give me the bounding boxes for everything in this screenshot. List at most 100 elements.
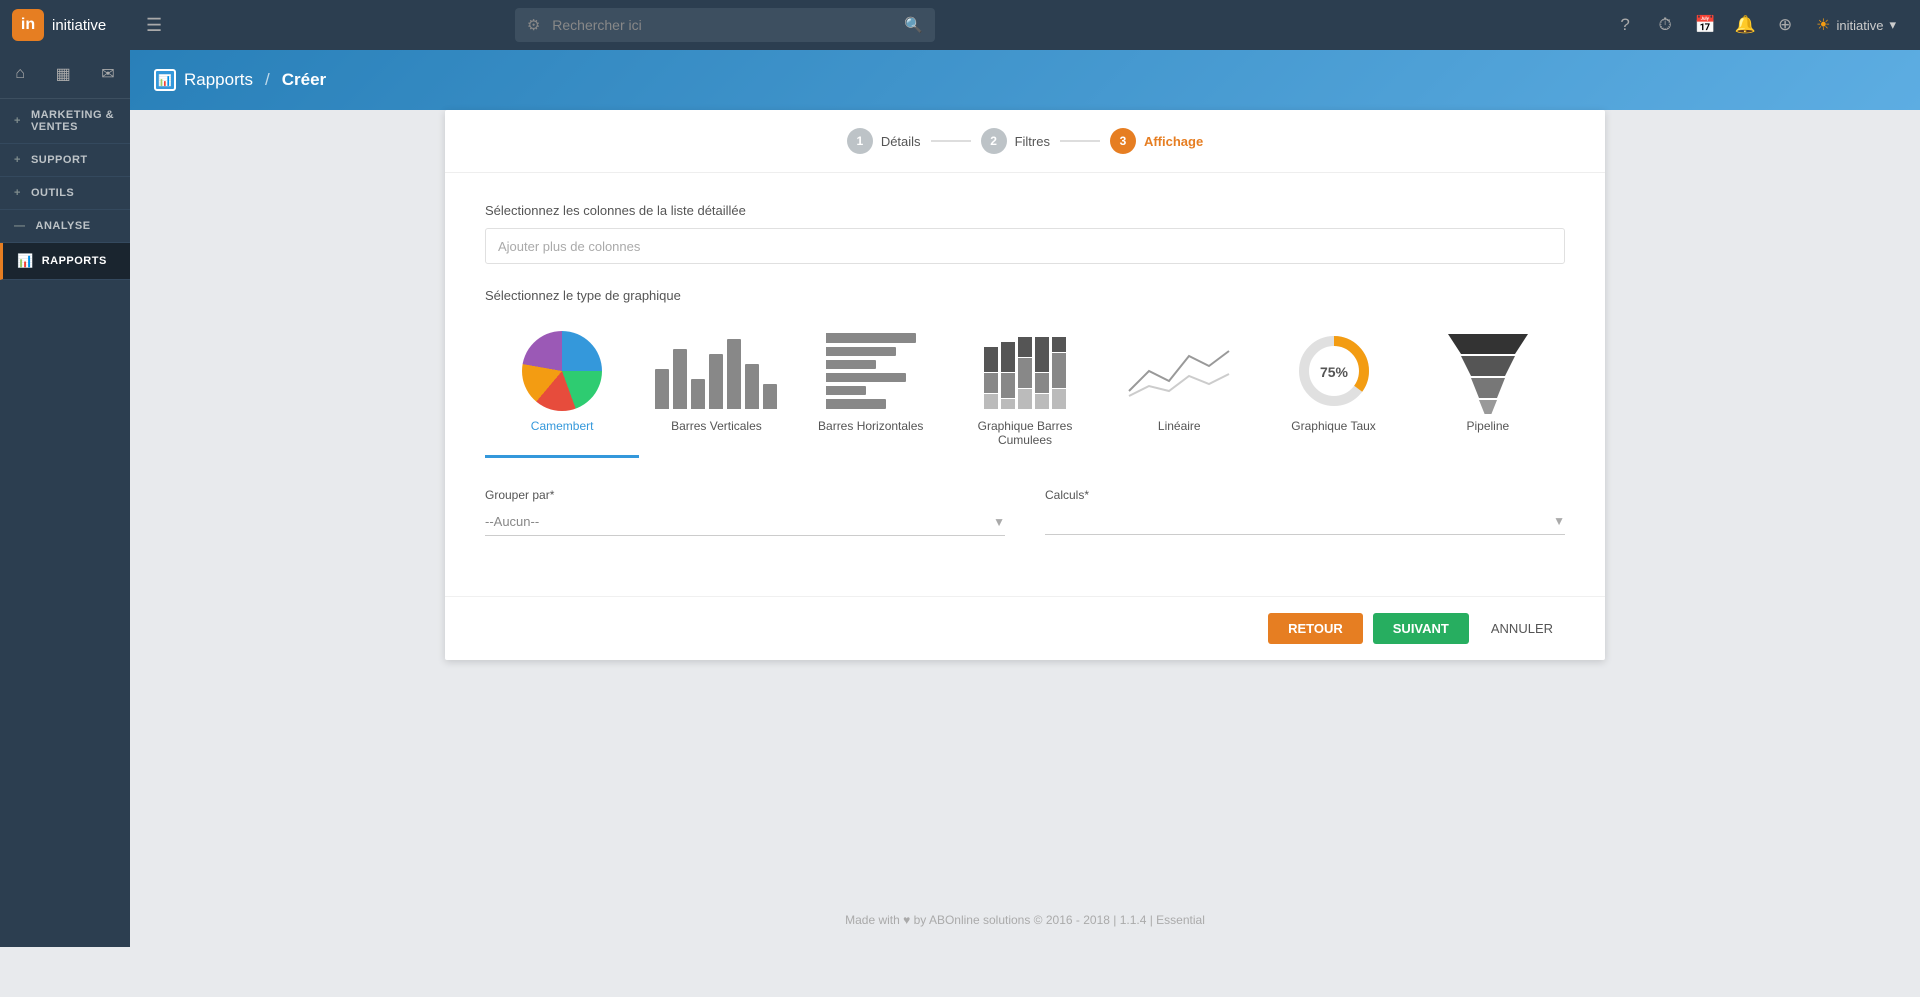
sidebar-item-support[interactable]: + SUPPORT (0, 144, 130, 177)
line-chart-visual (1124, 336, 1234, 406)
main-content: 📊 Rapports / Créer 1 Détails 2 Fi (130, 50, 1920, 947)
calculs-field: Calculs* ▼ (1045, 488, 1565, 536)
barres-v-preview (656, 331, 776, 411)
chart-type-pipeline[interactable]: Pipeline (1411, 319, 1565, 458)
step-connector-1 (931, 140, 971, 142)
sidebar-item-label: Rapports (42, 255, 107, 267)
svg-text:75%: 75% (1320, 364, 1349, 380)
step-bar: 1 Détails 2 Filtres 3 Affichage (445, 110, 1605, 173)
home-icon[interactable]: ⌂ (11, 61, 29, 87)
plus-icon: + (14, 154, 21, 166)
chart-type-barres-horizontales[interactable]: Barres Horizontales (794, 319, 948, 458)
lineaire-label: Linéaire (1158, 419, 1201, 433)
funnel-visual (1443, 329, 1533, 414)
stacked-visual (984, 334, 1066, 409)
chart-type-lineaire[interactable]: Linéaire (1102, 319, 1256, 458)
form-actions: RETOUR SUIVANT ANNULER (445, 596, 1605, 660)
barres-c-preview (965, 331, 1085, 411)
chart-type-label: Sélectionnez le type de graphique (485, 288, 1565, 303)
chart-types: Camembert (485, 319, 1565, 458)
barres-v-label: Barres Verticales (671, 419, 762, 433)
add-button[interactable]: ⊕ (1768, 8, 1802, 42)
lineaire-preview (1119, 331, 1239, 411)
page-header-icon: 📊 (154, 69, 176, 91)
barres-h-label: Barres Horizontales (818, 419, 923, 433)
filter-icon[interactable]: ⚙ (527, 16, 540, 34)
columns-placeholder: Ajouter plus de colonnes (498, 239, 640, 254)
chevron-down-icon: ▾ (1889, 17, 1896, 33)
pie-chart-visual (522, 331, 602, 411)
content-area: 1 Détails 2 Filtres 3 Affichage (130, 110, 1920, 947)
chart-type-camembert[interactable]: Camembert (485, 319, 639, 458)
footer-text: Made with ♥ by ABOnline solutions © 2016… (845, 913, 1205, 927)
grouper-arrow-icon: ▼ (993, 515, 1005, 529)
columns-input[interactable]: Ajouter plus de colonnes (485, 228, 1565, 264)
sidebar-section: + MARKETING & VENTES + SUPPORT + OUTILS … (0, 99, 130, 280)
grouper-select[interactable]: --Aucun-- ▼ (485, 508, 1005, 536)
calculs-select[interactable]: ▼ (1045, 508, 1565, 535)
calendar-button[interactable]: 📅 (1688, 8, 1722, 42)
form-body: Sélectionnez les colonnes de la liste dé… (445, 173, 1605, 596)
grouper-field: Grouper par* --Aucun-- ▼ (485, 488, 1005, 536)
bar-h-visual (826, 334, 916, 409)
barres-c-label: Graphique Barres Cumulees (956, 419, 1094, 447)
step-affichage: 3 Affichage (1110, 128, 1203, 154)
step-filtres: 2 Filtres (981, 128, 1050, 154)
sidebar-item-outils[interactable]: + OUTILS (0, 177, 130, 210)
mail-icon[interactable]: ✉ (97, 60, 118, 88)
report-icon: 📊 (17, 253, 34, 269)
step-label-3: Affichage (1144, 134, 1203, 149)
sidebar-top-icons: ⌂ ▦ ✉ (0, 50, 130, 99)
calendar-icon[interactable]: ▦ (52, 60, 75, 88)
search-input[interactable] (544, 17, 904, 33)
menu-button[interactable]: ☰ (130, 0, 178, 50)
search-icon[interactable]: 🔍 (904, 16, 923, 34)
step-details: 1 Détails (847, 128, 921, 154)
sidebar-item-label: OUTILS (31, 187, 74, 199)
next-button[interactable]: SUIVANT (1373, 613, 1469, 644)
cancel-button[interactable]: ANNULER (1479, 613, 1565, 644)
minus-icon: — (14, 220, 26, 232)
footer: Made with ♥ by ABOnline solutions © 2016… (130, 893, 1920, 947)
user-menu[interactable]: ☀ initiative ▾ (1808, 11, 1904, 39)
taux-label: Graphique Taux (1291, 419, 1376, 433)
step-connector-2 (1060, 140, 1100, 142)
sidebar: ⌂ ▦ ✉ + MARKETING & VENTES + SUPPORT + O… (0, 50, 130, 947)
pipeline-label: Pipeline (1466, 419, 1509, 433)
barres-h-preview (811, 331, 931, 411)
chart-type-graphique-taux[interactable]: 75% Graphique Taux (1256, 319, 1410, 458)
camembert-label: Camembert (531, 419, 594, 433)
columns-section-label: Sélectionnez les colonnes de la liste dé… (485, 203, 1565, 218)
chart-type-barres-cumulees[interactable]: Graphique Barres Cumulees (948, 319, 1102, 458)
calculs-label: Calculs* (1045, 488, 1565, 502)
step-circle-3: 3 (1110, 128, 1136, 154)
username: initiative (1837, 18, 1884, 33)
logo-icon: in (12, 9, 44, 41)
notifications-button[interactable]: 🔔 (1728, 8, 1762, 42)
back-button[interactable]: RETOUR (1268, 613, 1363, 644)
page-header: 📊 Rapports / Créer (130, 50, 1920, 110)
help-button[interactable]: ? (1608, 8, 1642, 42)
camembert-preview (502, 331, 622, 411)
sidebar-item-marketing[interactable]: + MARKETING & VENTES (0, 99, 130, 144)
chart-type-barres-verticales[interactable]: Barres Verticales (639, 319, 793, 458)
grouper-value: --Aucun-- (485, 514, 539, 529)
search-bar: ⚙ 🔍 (515, 8, 935, 42)
breadcrumb-page: Créer (282, 70, 326, 90)
top-navigation: in initiative ☰ ⚙ 🔍 ? ⏱ 📅 🔔 ⊕ ☀ initiati… (0, 0, 1920, 50)
step-label-2: Filtres (1015, 134, 1050, 149)
bar-v-visual (655, 334, 777, 409)
bottom-fields: Grouper par* --Aucun-- ▼ Calculs* ▼ (485, 488, 1565, 536)
sidebar-item-label: SUPPORT (31, 154, 88, 166)
sidebar-item-label: MARKETING & VENTES (31, 109, 116, 133)
history-button[interactable]: ⏱ (1648, 8, 1682, 42)
grouper-label: Grouper par* (485, 488, 1005, 502)
plus-icon: + (14, 187, 21, 199)
user-avatar-icon: ☀ (1816, 15, 1830, 35)
sidebar-item-rapports[interactable]: 📊 Rapports (0, 243, 130, 280)
sidebar-item-analyse[interactable]: — ANALYSE (0, 210, 130, 243)
nav-right: ? ⏱ 📅 🔔 ⊕ ☀ initiative ▾ (1608, 8, 1920, 42)
calculs-arrow-icon: ▼ (1553, 514, 1565, 528)
step-circle-1: 1 (847, 128, 873, 154)
breadcrumb-separator: / (265, 70, 270, 90)
